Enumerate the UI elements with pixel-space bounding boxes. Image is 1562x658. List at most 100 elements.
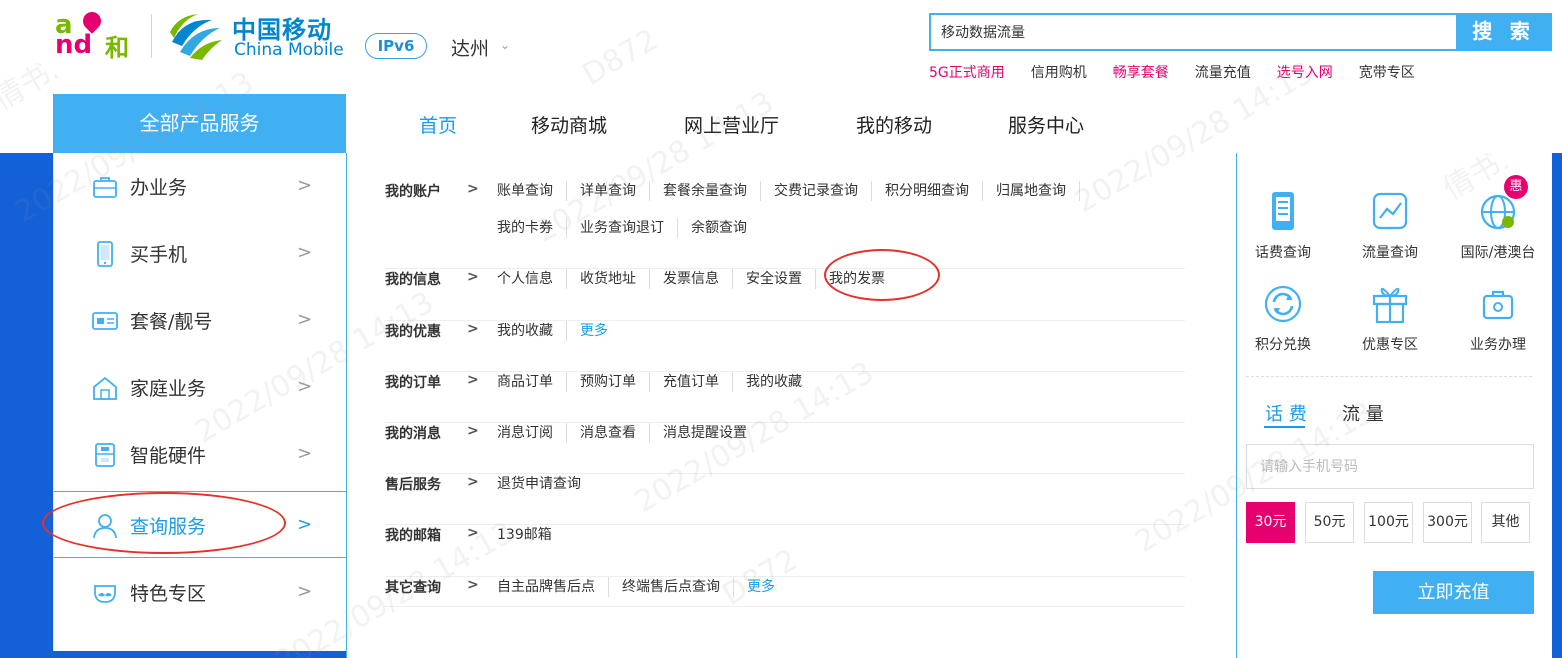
menu-item-family-business[interactable]: 家庭业务 > (54, 354, 348, 421)
submenu-link[interactable]: 自主品牌售后点 (497, 577, 608, 597)
quick-points-exchange[interactable]: 积分兑换 (1238, 282, 1328, 362)
tab-data[interactable]: 流 量 (1342, 400, 1384, 426)
submenu-link[interactable]: 积分明细查询 (871, 181, 982, 201)
submenu-section-title: 其它查询 (385, 580, 441, 596)
quick-data-query[interactable]: 流量查询 (1345, 190, 1435, 270)
submenu-link[interactable]: 账单查询 (497, 181, 566, 201)
amount-option-50[interactable]: 50元 (1305, 502, 1354, 543)
submenu-section: 我的消息 > 消息订阅 消息查看 消息提醒设置 (385, 423, 1185, 474)
chevron-right-icon: > (467, 577, 479, 593)
quick-label: 流量查询 (1362, 245, 1418, 261)
submenu-link[interactable]: 终端售后点查询 (608, 577, 733, 597)
more-link[interactable]: 更多 (733, 577, 788, 597)
menu-item-buy-phone[interactable]: 买手机 > (54, 220, 348, 287)
hot-link[interactable]: 选号入网 (1277, 62, 1333, 82)
submenu-link[interactable]: 个人信息 (497, 269, 566, 289)
nav-home[interactable]: 首页 (419, 111, 457, 138)
nav-my-mobile[interactable]: 我的移动 (856, 111, 932, 138)
hot-link[interactable]: 宽带专区 (1359, 62, 1415, 82)
submenu-link-line: 我的卡券 业务查询退订 余额查询 (497, 218, 1177, 238)
quick-label: 话费查询 (1255, 245, 1311, 261)
submenu-link[interactable]: 业务查询退订 (566, 218, 677, 238)
submenu-link-line: 我的收藏 更多 (497, 321, 1177, 341)
ipv6-badge[interactable]: IPv6 (365, 33, 427, 59)
menu-item-plans-numbers[interactable]: 套餐/靓号 > (54, 287, 348, 354)
nav-mall[interactable]: 移动商城 (531, 111, 607, 138)
chevron-right-icon: > (467, 474, 479, 490)
recharge-now-button[interactable]: 立即充值 (1373, 571, 1534, 614)
hot-link[interactable]: 5G正式商用 (929, 62, 1005, 82)
user-icon (93, 514, 117, 539)
menu-item-smart-hardware[interactable]: 智能硬件 > (54, 421, 348, 488)
quick-international[interactable]: 国际/港澳台 (1453, 190, 1543, 270)
hot-link[interactable]: 流量充值 (1195, 62, 1251, 82)
submenu-link[interactable]: 预购订单 (566, 372, 649, 392)
submenu-link[interactable]: 消息订阅 (497, 423, 566, 443)
menu-item-label: 查询服务 (130, 516, 207, 538)
submenu-link[interactable]: 139邮箱 (497, 525, 565, 545)
submenu-link-line: 自主品牌售后点 终端售后点查询 更多 (497, 577, 1177, 597)
amount-option-other[interactable]: 其他 (1481, 502, 1530, 543)
amount-option-300[interactable]: 300元 (1423, 502, 1472, 543)
submenu-link[interactable]: 发票信息 (649, 269, 732, 289)
submenu-link[interactable]: 我的收藏 (732, 372, 815, 392)
submenu-link[interactable]: 商品订单 (497, 372, 566, 392)
menu-item-featured-zone[interactable]: 特色专区 > (54, 559, 348, 626)
chevron-right-icon: > (297, 581, 313, 602)
search-button[interactable]: 搜 索 (1456, 13, 1552, 51)
submenu-link[interactable]: 我的发票 (815, 269, 898, 289)
all-products-button[interactable]: 全部产品服务 (53, 94, 346, 153)
more-link[interactable]: 更多 (566, 321, 621, 341)
hot-link[interactable]: 畅享套餐 (1113, 62, 1169, 82)
submenu-link[interactable]: 套餐余量查询 (649, 181, 760, 201)
submenu-link[interactable]: 余额查询 (677, 218, 760, 238)
submenu-links: 账单查询 详单查询 套餐余量查询 交费记录查询 积分明细查询 归属地查询我的卡券 业务查询退… (497, 181, 1177, 255)
submenu-link[interactable]: 详单查询 (566, 181, 649, 201)
and-logo[interactable]: a nd 和 (55, 8, 143, 62)
quick-business-handling[interactable]: 业务办理 (1453, 282, 1543, 362)
submenu-section: 售后服务 > 退货申请查询 (385, 474, 1185, 525)
menu-item-query-service[interactable]: 查询服务 > (54, 491, 348, 558)
nav-online-hall[interactable]: 网上营业厅 (684, 111, 779, 138)
submenu-link[interactable]: 我的收藏 (497, 321, 566, 341)
submenu-link[interactable]: 安全设置 (732, 269, 815, 289)
quick-promotions[interactable]: 优惠专区 (1345, 282, 1435, 362)
submenu-link-line: 139邮箱 (497, 525, 1177, 545)
sim-card-icon (92, 312, 118, 330)
chevron-right-icon: > (467, 525, 479, 541)
menu-item-business[interactable]: 办业务 > (54, 153, 348, 220)
quick-label: 优惠专区 (1362, 337, 1418, 353)
submenu-links: 商品订单 预购订单 充值订单 我的收藏 (497, 372, 1177, 409)
amount-option-100[interactable]: 100元 (1364, 502, 1413, 543)
quick-label: 积分兑换 (1255, 337, 1311, 353)
submenu-link[interactable]: 退货申请查询 (497, 474, 594, 494)
submenu-link[interactable]: 收货地址 (566, 269, 649, 289)
quick-bill-query[interactable]: 话费查询 (1238, 190, 1328, 270)
submenu-link[interactable]: 交费记录查询 (760, 181, 871, 201)
discount-badge: 惠 (1504, 175, 1528, 199)
submenu-link[interactable]: 消息提醒设置 (649, 423, 760, 443)
amount-option-30[interactable]: 30元 (1246, 502, 1295, 543)
tab-phone-bill[interactable]: 话 费 (1265, 400, 1307, 426)
menu-item-label: 买手机 (130, 244, 188, 266)
search-input[interactable] (931, 15, 1456, 49)
submenu-link[interactable]: 我的卡券 (497, 218, 566, 238)
submenu-section: 我的订单 > 商品订单 预购订单 充值订单 我的收藏 (385, 372, 1185, 423)
phone-number-input[interactable] (1247, 445, 1533, 488)
submenu-link[interactable]: 消息查看 (566, 423, 649, 443)
category-menu: 办业务 > 买手机 > 套餐/靓号 > 家庭业务 > 智能硬件 > 查询服务 >… (53, 153, 348, 651)
submenu-link[interactable]: 归属地查询 (982, 181, 1080, 201)
city-selector[interactable]: 达州 (451, 34, 489, 61)
submenu-link[interactable]: 充值订单 (649, 372, 732, 392)
briefcase-icon (1482, 290, 1514, 320)
china-mobile-logo[interactable]: 中国移动 China Mobile (168, 10, 348, 62)
submenu-section-title: 我的账户 (385, 184, 441, 200)
menu-item-label: 家庭业务 (130, 378, 207, 400)
nav-service-center[interactable]: 服务中心 (1008, 111, 1084, 138)
submenu-link-line: 商品订单 预购订单 充值订单 我的收藏 (497, 372, 1177, 392)
submenu-section: 我的信息 > 个人信息 收货地址 发票信息 安全设置 我的发票 (385, 269, 1185, 321)
active-tab-underline (1264, 426, 1305, 428)
chevron-down-icon[interactable]: ⌄ (500, 38, 510, 52)
hot-link[interactable]: 信用购机 (1031, 62, 1087, 82)
submenu-section: 我的邮箱 >139邮箱 (385, 525, 1185, 577)
